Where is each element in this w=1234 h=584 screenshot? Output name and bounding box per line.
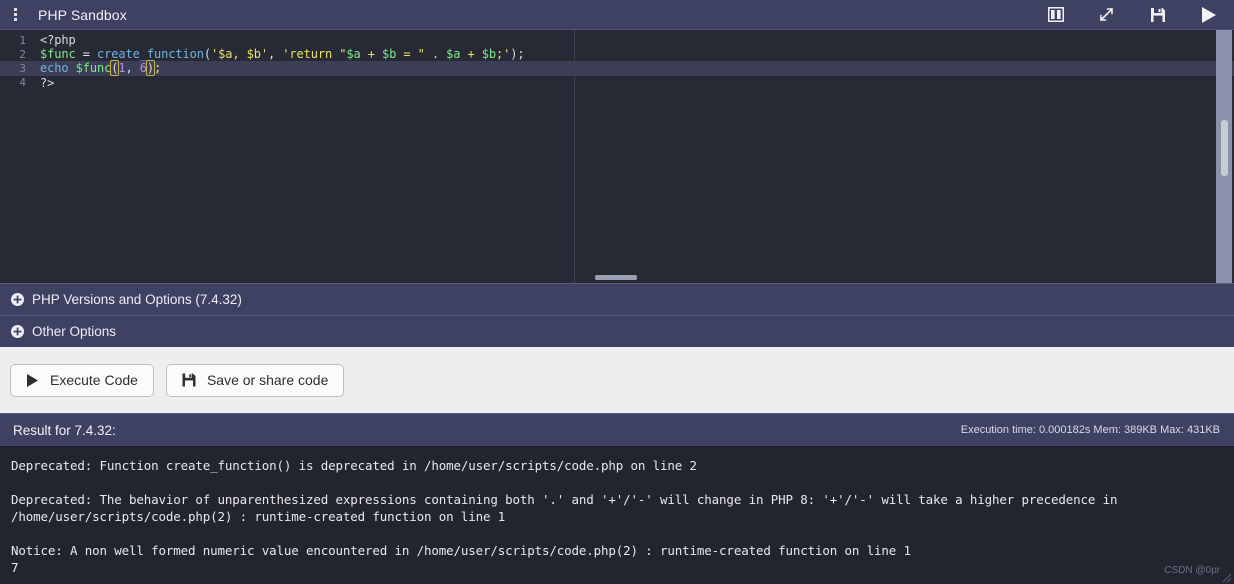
output-line: Deprecated: The behavior of unparenthesi… [11,492,1125,524]
token-comma: , [268,47,283,62]
save-or-share-code-button[interactable]: Save or share code [165,363,345,397]
token-string: 'return " [282,47,347,62]
result-bar: Result for 7.4.32: Execution time: 0.000… [0,413,1234,447]
line-number: 1 [19,33,26,47]
split-pane-button[interactable] [1030,0,1081,30]
token-comma: , [125,61,140,76]
php-sandbox-app: PHP Sandbox 1 <?php 2 $func = create_fun… [0,0,1234,584]
action-button-bar: Execute Code Save or share code [0,347,1234,413]
execute-code-label: Execute Code [50,372,138,388]
output-line: Deprecated: Function create_function() i… [11,458,697,473]
plus-circle-icon [11,325,24,338]
code-text: ?> [32,76,54,90]
accordion-other-options[interactable]: Other Options [0,315,1234,347]
expand-icon [1098,6,1115,23]
code-editor[interactable]: 1 <?php 2 $func = create_function('$a, $… [0,30,1234,283]
accordion-label: PHP Versions and Options (7.4.32) [32,292,242,307]
code-text: echo $func(1, 6); [32,60,162,77]
play-icon [26,373,39,388]
code-text: <?php [32,33,76,47]
title-bar: PHP Sandbox [0,0,1234,30]
token-close-tag: ?> [40,75,55,90]
token-interp-var: $b [382,47,397,62]
token-string: + [460,47,482,62]
token-operator: = [75,47,97,62]
token-function: create_function [97,47,204,62]
execute-code-button[interactable]: Execute Code [10,363,154,397]
plus-circle-icon [11,293,24,306]
token-string: '$a, $b' [211,47,268,62]
output-spacer [11,525,1223,542]
token-variable: $func [40,47,76,62]
result-title: Result for 7.4.32: [13,422,116,438]
page-title: PHP Sandbox [38,6,127,23]
split-pane-icon [1047,7,1064,22]
watermark: CSDN @0pr [1164,565,1220,576]
token-interp-var: $b [481,47,496,62]
token-string: " . [417,47,447,62]
token-semicolon: ; [517,47,525,62]
token-keyword: echo [40,61,76,76]
line-number: 4 [19,76,26,90]
token-paren: ( [203,47,211,62]
token-number: 1 [118,61,126,76]
save-icon [182,373,196,387]
editor-horizontal-scrollbar-thumb[interactable] [595,275,637,280]
output-console[interactable]: Deprecated: Function create_function() i… [0,447,1234,584]
line-number: 2 [19,47,26,61]
accordion-label: Other Options [32,324,117,339]
expand-button[interactable] [1081,0,1132,30]
save-or-share-label: Save or share code [206,372,329,388]
titlebar-actions [1030,0,1234,30]
accordion-php-versions[interactable]: PHP Versions and Options (7.4.32) [0,283,1234,315]
token-open-tag: <?php [40,33,76,48]
save-button-titlebar[interactable] [1132,0,1183,30]
save-icon [1150,7,1166,23]
execution-stats: Execution time: 0.000182s Mem: 389KB Max… [960,424,1220,436]
token-string: ;' [496,47,511,62]
token-interp-var: $a [346,47,361,62]
output-result-value: 7 [11,560,19,575]
line-number: 3 [19,61,26,75]
token-interp-var: $a [446,47,461,62]
code-rows: 1 <?php 2 $func = create_function('$a, $… [0,33,1234,90]
code-line-2[interactable]: 2 $func = create_function('$a, $b', 'ret… [0,47,1234,61]
code-line-3[interactable]: 3 echo $func(1, 6); [0,60,1234,77]
kebab-menu-icon[interactable] [0,8,30,21]
resize-grip[interactable] [1220,570,1232,583]
output-line: Notice: A non well formed numeric value … [11,543,911,558]
editor-vertical-scrollbar-thumb[interactable] [1221,120,1228,176]
run-icon [1200,6,1217,24]
token-string: = [396,47,418,62]
code-text: $func = create_function('$a, $b', 'retur… [32,47,525,61]
code-line-4[interactable]: 4 ?> [0,76,1234,90]
token-semicolon: ; [154,61,162,76]
run-button-titlebar[interactable] [1183,0,1234,30]
token-string: + [360,47,382,62]
token-variable: $func [75,61,112,76]
output-spacer [11,474,1223,491]
code-line-1[interactable]: 1 <?php [0,33,1234,47]
